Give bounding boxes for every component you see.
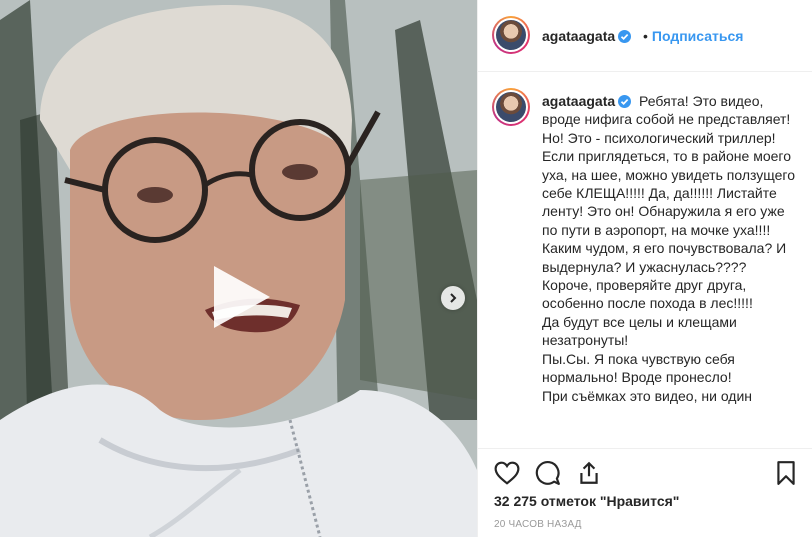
avatar[interactable]: [492, 16, 530, 54]
follow-button[interactable]: • Подписаться: [643, 28, 743, 44]
next-media-button[interactable]: [441, 286, 465, 310]
caption-username[interactable]: agataagata: [542, 93, 632, 109]
comment-button[interactable]: [535, 460, 561, 491]
heart-icon: [494, 461, 520, 485]
post-timestamp[interactable]: 20 часов назад: [494, 519, 582, 530]
comments-section[interactable]: agataagata Ребята! Это видео, вроде нифи…: [478, 72, 812, 448]
share-icon: [580, 461, 598, 484]
caption-username-text[interactable]: agataagata: [542, 93, 615, 109]
post-media-video[interactable]: [0, 0, 477, 537]
author-username[interactable]: agataagata: [542, 28, 632, 44]
caption-avatar[interactable]: [492, 88, 530, 126]
play-icon: [214, 266, 270, 328]
post-actions: 32 275 отметок "Нравится" 20 часов назад: [478, 448, 812, 537]
comment-icon: [535, 461, 560, 485]
follow-label[interactable]: Подписаться: [652, 28, 744, 44]
post-caption: agataagata Ребята! Это видео, вроде нифи…: [542, 92, 800, 405]
post-header: agataagata • Подписаться: [478, 0, 812, 72]
follow-separator: •: [643, 28, 648, 44]
post-side-panel: agataagata • Подписаться agataagata Ребят…: [477, 0, 812, 537]
author-username-text[interactable]: agataagata: [542, 28, 615, 44]
like-button[interactable]: [494, 461, 520, 490]
chevron-right-icon: [450, 293, 457, 303]
caption-text: Ребята! Это видео, вроде нифига собой не…: [542, 93, 795, 404]
verified-badge-icon: [618, 30, 632, 43]
verified-badge-icon: [618, 95, 632, 108]
bookmark-icon: [777, 461, 795, 485]
save-button[interactable]: [775, 460, 797, 491]
share-button[interactable]: [576, 460, 602, 491]
play-button[interactable]: [206, 262, 276, 332]
likes-count[interactable]: 32 275 отметок "Нравится": [494, 493, 679, 509]
